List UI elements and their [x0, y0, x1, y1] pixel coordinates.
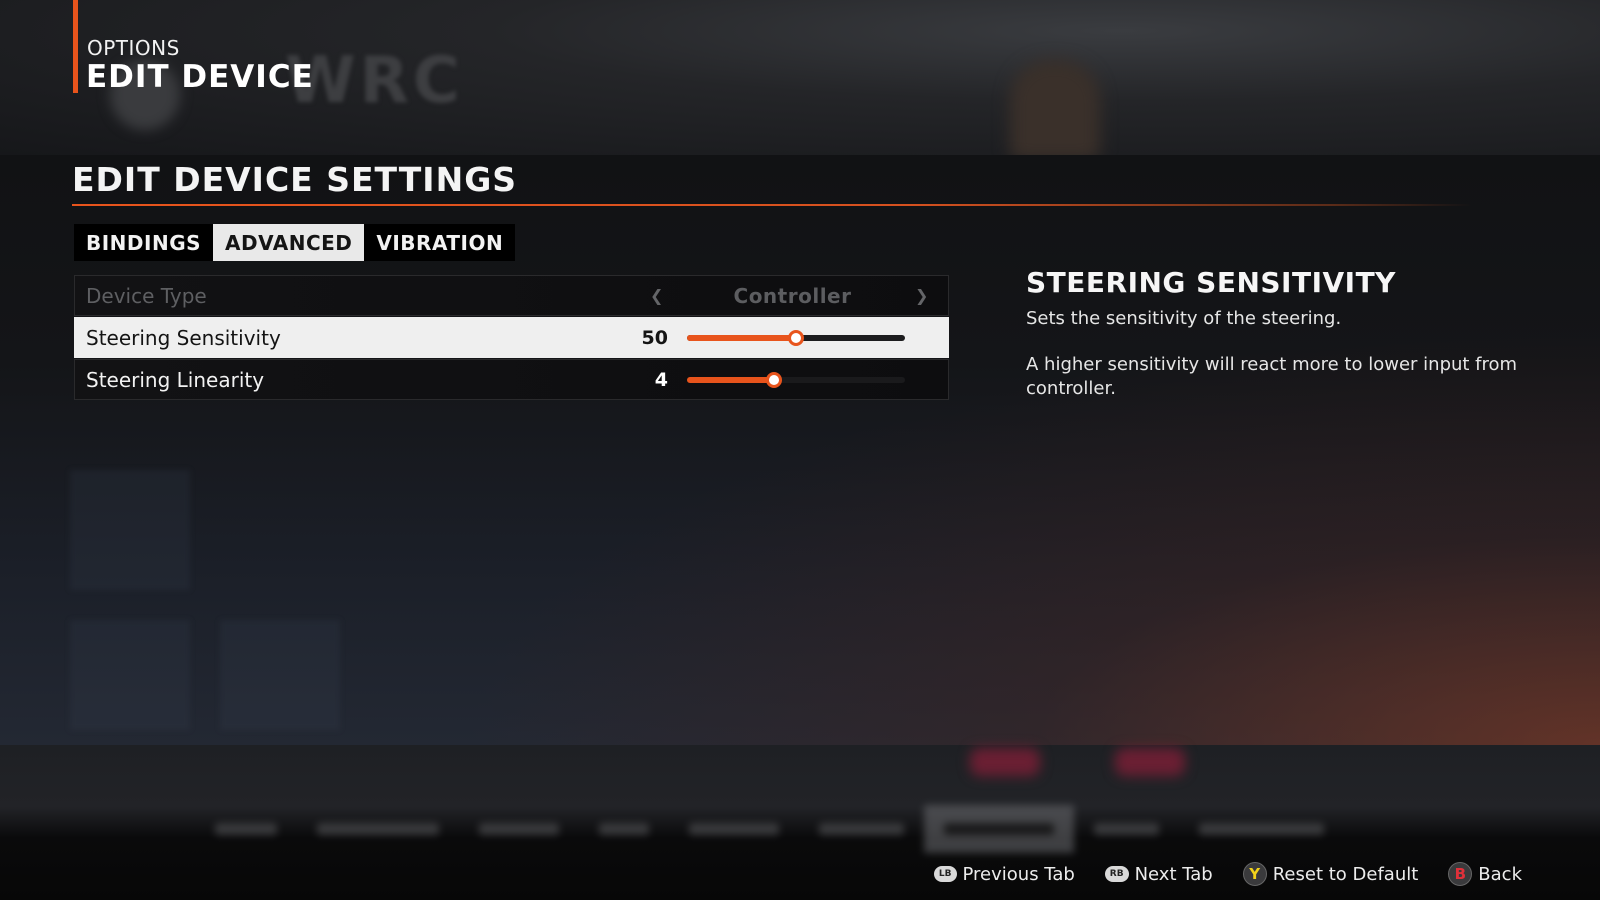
background-tile [220, 620, 340, 730]
settings-list: Device Type ❮ Controller ❯ Steering Sens… [74, 275, 949, 401]
hint-label: Reset to Default [1272, 863, 1419, 885]
hint-next-tab[interactable]: RB Next Tab [1104, 863, 1213, 885]
hint-back[interactable]: B Back [1448, 862, 1522, 886]
steering-linearity-slider[interactable] [687, 371, 905, 388]
lb-button-icon: LB [933, 866, 957, 882]
info-title: STEERING SENSITIVITY [1026, 266, 1396, 299]
background-tile [70, 470, 190, 590]
tab-advanced[interactable]: ADVANCED [213, 224, 365, 261]
info-description: Sets the sensitivity of the steering. [1026, 308, 1342, 329]
setting-device-type[interactable]: Device Type ❮ Controller ❯ [74, 275, 949, 316]
background-blur-shape [970, 748, 1040, 776]
device-type-value: Controller [733, 283, 852, 308]
y-button-icon: Y [1242, 862, 1267, 886]
chevron-left-icon[interactable]: ❮ [650, 286, 663, 305]
tab-bindings[interactable]: BINDINGS [74, 224, 213, 261]
background-tile [70, 620, 190, 730]
slider-fill [687, 376, 775, 383]
slider-handle[interactable] [766, 371, 783, 388]
setting-label: Device Type [86, 283, 207, 308]
background-figure [1010, 60, 1100, 160]
chevron-right-icon[interactable]: ❯ [915, 286, 928, 305]
background-blur-shape [1115, 748, 1185, 776]
background-main-nav [195, 805, 1344, 853]
tab-vibration[interactable]: VIBRATION [364, 224, 515, 261]
setting-value: 50 [641, 326, 668, 349]
setting-steering-linearity[interactable]: Steering Linearity 4 [74, 359, 949, 400]
b-button-icon: B [1448, 862, 1473, 886]
setting-steering-sensitivity[interactable]: Steering Sensitivity 50 [74, 317, 949, 358]
tab-bar: BINDINGS ADVANCED VIBRATION [74, 224, 516, 261]
section-title: EDIT DEVICE SETTINGS [72, 160, 518, 199]
rb-button-icon: RB [1104, 866, 1129, 882]
hint-reset-to-default[interactable]: Y Reset to Default [1242, 862, 1419, 886]
setting-value: 4 [654, 368, 668, 391]
info-detail: A higher sensitivity will react more to … [1026, 354, 1518, 399]
slider-handle[interactable] [788, 329, 804, 346]
section-divider [72, 204, 1472, 206]
hint-label: Next Tab [1134, 863, 1213, 885]
setting-label: Steering Sensitivity [86, 325, 281, 350]
header-accent-bar [73, 0, 78, 93]
hint-label: Back [1478, 863, 1522, 885]
hint-previous-tab[interactable]: LB Previous Tab [933, 863, 1075, 885]
hint-label: Previous Tab [962, 863, 1075, 885]
setting-label: Steering Linearity [86, 367, 265, 392]
slider-fill [687, 334, 796, 341]
button-hints: LB Previous Tab RB Next Tab Y Reset to D… [933, 862, 1522, 886]
page-title: EDIT DEVICE [86, 59, 314, 95]
steering-sensitivity-slider[interactable] [687, 329, 905, 346]
breadcrumb: OPTIONS [87, 36, 180, 60]
info-panel: STEERING SENSITIVITY Sets the sensitivit… [1026, 266, 1546, 401]
